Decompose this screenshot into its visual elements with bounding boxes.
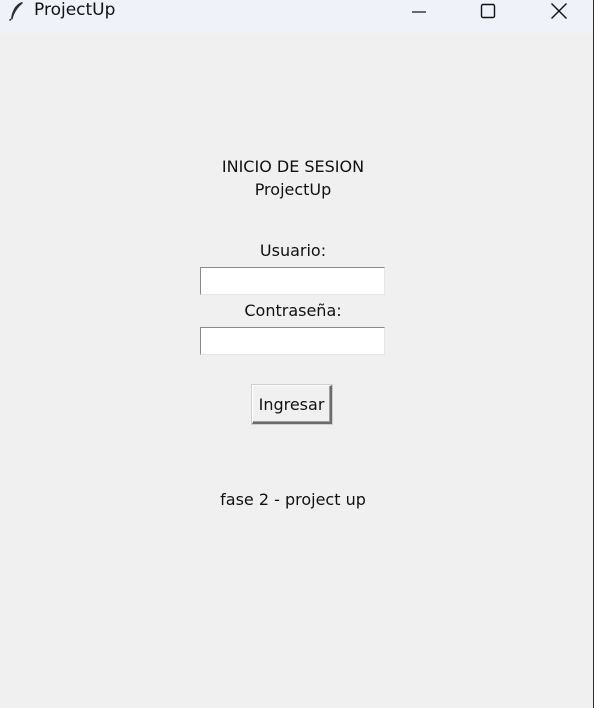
username-input[interactable]	[200, 267, 385, 295]
minimize-icon	[412, 10, 426, 13]
minimize-button[interactable]	[396, 0, 442, 21]
login-subheading: ProjectUp	[254, 180, 332, 199]
title-bar[interactable]: ProjectUp	[0, 0, 593, 33]
window-title: ProjectUp	[34, 0, 116, 20]
username-label: Usuario:	[259, 241, 327, 260]
login-button[interactable]: Ingresar	[252, 385, 332, 424]
maximize-icon	[480, 3, 496, 18]
close-button[interactable]	[536, 0, 582, 21]
app-window: ProjectUp INICIO DE SESION ProjectUp Usu…	[0, 0, 594, 708]
login-heading: INICIO DE SESION	[221, 157, 365, 176]
maximize-button[interactable]	[465, 0, 511, 21]
password-input[interactable]	[200, 327, 385, 355]
password-label: Contraseña:	[244, 301, 342, 320]
footer-text: fase 2 - project up	[220, 490, 366, 509]
feather-icon	[8, 1, 26, 22]
close-icon	[551, 2, 567, 19]
login-form: INICIO DE SESION ProjectUp Usuario: Cont…	[0, 33, 594, 708]
